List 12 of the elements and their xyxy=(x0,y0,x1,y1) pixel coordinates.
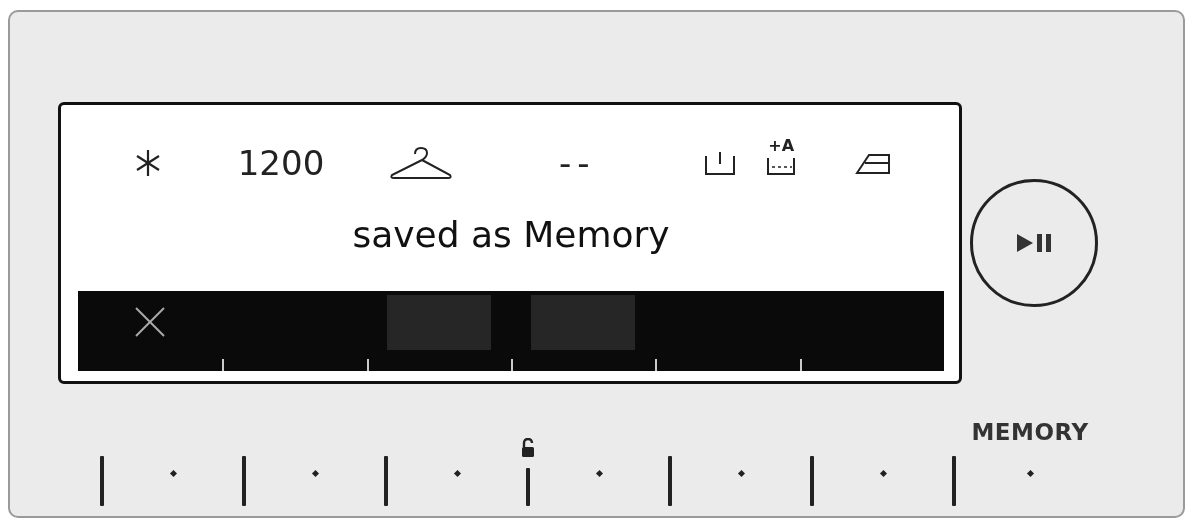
status-message: saved as Memory xyxy=(351,217,671,257)
touch-key[interactable]: MEMORY xyxy=(960,416,1100,506)
hanger-icon xyxy=(389,146,454,180)
close-icon[interactable] xyxy=(134,306,167,338)
temperature: -- xyxy=(559,146,596,180)
iron-icon xyxy=(854,151,891,175)
play-pause-icon xyxy=(1016,233,1052,253)
extra-rinse-label: +A xyxy=(768,138,794,154)
spin-speed: 1200 xyxy=(237,146,325,180)
dotted-tub-icon xyxy=(766,156,797,176)
padlock-icon xyxy=(521,438,535,458)
tub-icon xyxy=(704,150,737,176)
